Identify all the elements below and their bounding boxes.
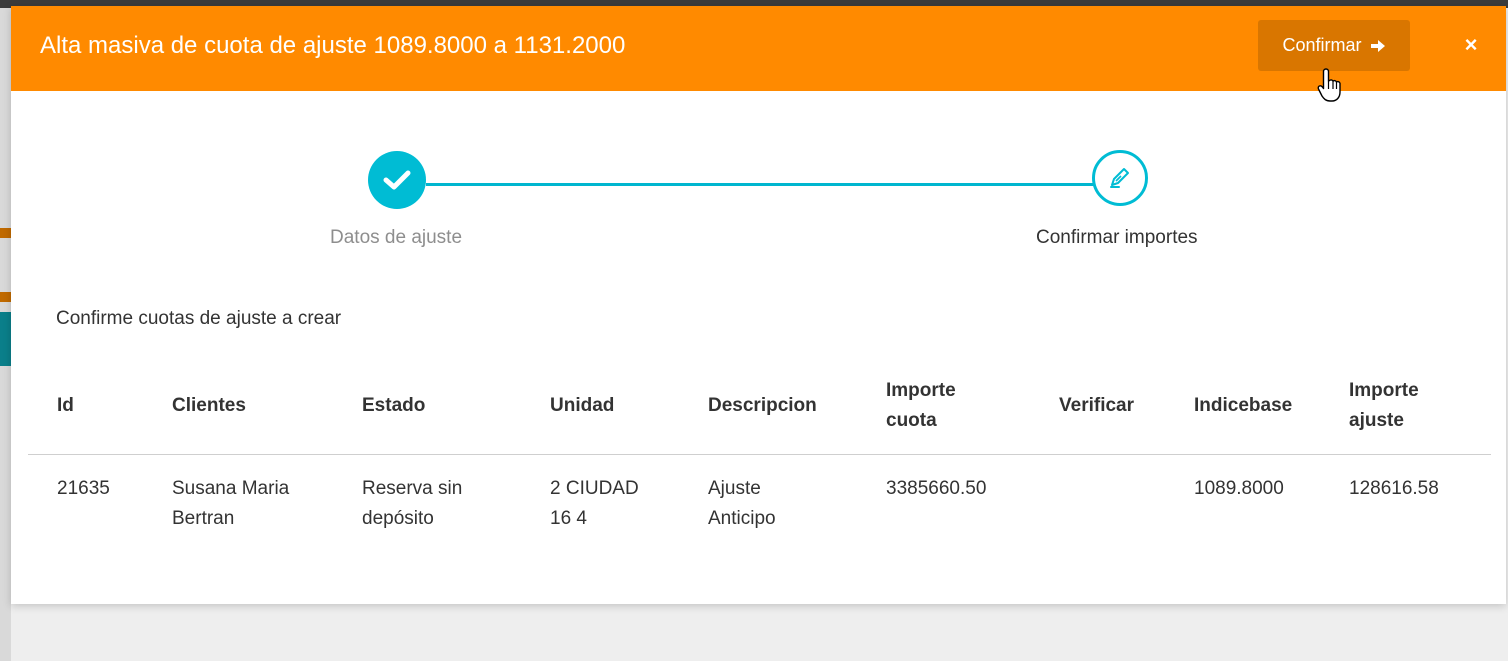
adjustment-modal: Alta masiva de cuota de ajuste 1089.8000… — [11, 6, 1506, 604]
close-button[interactable]: × — [1459, 32, 1483, 62]
step-datos-ajuste[interactable] — [368, 151, 426, 209]
cell-indicebase: 1089.8000 — [1194, 478, 1284, 499]
cell-text: depósito — [362, 508, 434, 529]
cell-unidad: 2 CIUDAD 16 4 — [550, 474, 660, 534]
modal-header: Alta masiva de cuota de ajuste 1089.8000… — [11, 6, 1506, 91]
modal-title: Alta masiva de cuota de ajuste 1089.8000… — [40, 32, 626, 59]
column-header-descripcion: Descripcion — [708, 395, 817, 416]
table-header: Id Clientes Estado Unidad Descripcion Im… — [28, 366, 1491, 455]
cell-id: 21635 — [57, 478, 110, 499]
background-band — [0, 228, 11, 238]
column-header-text: Importe — [886, 380, 956, 401]
step-confirmar-importes[interactable] — [1092, 150, 1148, 206]
column-header-importe-cuota: Importe cuota — [886, 376, 1026, 436]
background-band — [0, 312, 11, 366]
column-header-clientes: Clientes — [172, 395, 246, 416]
column-header-id: Id — [57, 395, 74, 416]
cell-text: Bertran — [172, 508, 235, 529]
cell-text: Ajuste — [708, 478, 761, 499]
cell-clientes: Susana Maria Bertran — [172, 474, 322, 534]
cell-text: Anticipo — [708, 508, 776, 529]
column-header-verificar: Verificar — [1059, 395, 1134, 416]
column-header-text: Importe — [1349, 380, 1419, 401]
stepper-connector — [426, 183, 1094, 186]
cell-importe-ajuste: 128616.58 — [1349, 478, 1439, 499]
column-header-indicebase: Indicebase — [1194, 395, 1293, 416]
hand-cursor-icon — [1317, 68, 1341, 102]
step-label-datos-ajuste: Datos de ajuste — [330, 227, 463, 248]
step-label-confirmar-importes: Confirmar importes — [1036, 227, 1198, 248]
adjustments-table: Id Clientes Estado Unidad Descripcion Im… — [28, 366, 1491, 543]
confirm-button[interactable]: Confirmar — [1258, 20, 1410, 71]
column-header-unidad: Unidad — [550, 395, 615, 416]
column-header-estado: Estado — [362, 395, 426, 416]
column-header-importe-ajuste: Importe ajuste — [1349, 376, 1459, 436]
cell-importe-cuota: 3385660.50 — [886, 478, 987, 499]
cell-text: 16 4 — [550, 508, 587, 529]
pencil-icon — [1110, 168, 1129, 188]
column-header-text: cuota — [886, 410, 937, 431]
cell-descripcion: Ajuste Anticipo — [708, 474, 818, 534]
cell-text: Reserva sin — [362, 478, 463, 499]
table-row: 21635 Susana Maria Bertran Reserva sin d… — [28, 455, 1491, 543]
background-band — [0, 292, 11, 302]
column-header-text: ajuste — [1349, 410, 1404, 431]
cell-text: 2 CIUDAD — [550, 478, 639, 499]
cell-text: Susana Maria — [172, 478, 290, 499]
arrow-right-icon — [1370, 39, 1385, 52]
confirm-button-label: Confirmar — [1282, 35, 1362, 55]
instruction-text: Confirme cuotas de ajuste a crear — [56, 308, 342, 329]
check-icon — [383, 170, 411, 190]
cell-estado: Reserva sin depósito — [362, 474, 492, 534]
